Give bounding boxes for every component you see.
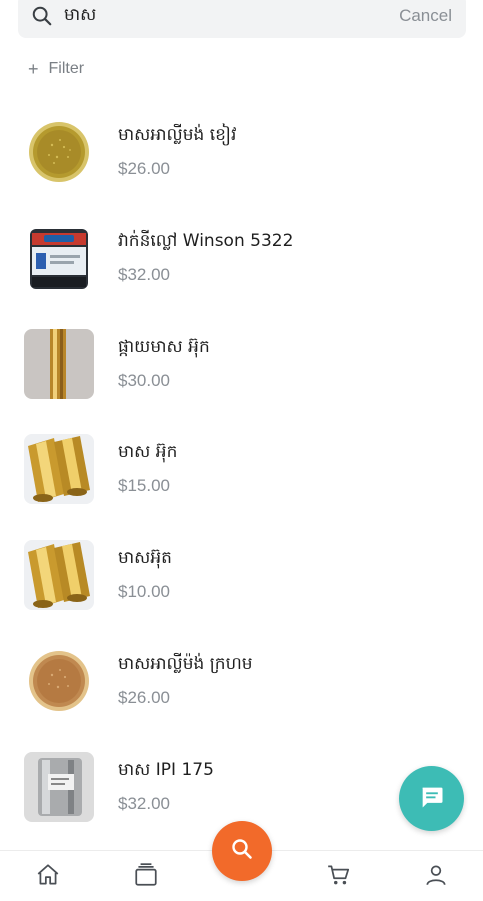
product-info: មាសអ៊ុត $10.00 — [118, 547, 172, 602]
filter-button[interactable]: + Filter — [28, 60, 84, 78]
product-name: មាសអាល្លីមង់ ខៀវ — [118, 125, 237, 145]
product-name: មាស IPI 175 — [118, 759, 214, 780]
product-price: $32.00 — [118, 264, 170, 284]
product-price: $32.00 — [118, 793, 170, 813]
home-icon — [35, 862, 61, 892]
plus-icon: + — [28, 59, 39, 79]
search-input[interactable] — [64, 1, 392, 31]
product-image — [24, 328, 94, 399]
product-item[interactable]: មាសអាល្លីម៉ង់ ក្រហម $26.00 — [0, 635, 483, 741]
nav-search-button[interactable] — [212, 821, 272, 881]
product-info: មាសអាល្លីម៉ង់ ក្រហម $26.00 — [118, 653, 253, 708]
categories-icon — [133, 862, 159, 892]
product-item[interactable]: មាសអាល្លីមង់ ខៀវ $26.00 — [0, 106, 483, 212]
product-name: ផ្កាយមាស អ៊ុក — [118, 336, 210, 357]
product-item[interactable]: មាស អ៊ុក $15.00 — [0, 423, 483, 529]
filter-label: Filter — [48, 60, 85, 77]
product-item[interactable]: ផ្កាយមាស អ៊ុក $30.00 — [0, 318, 483, 424]
product-name: មាសអាល្លីម៉ង់ ក្រហម — [118, 653, 253, 674]
nav-cart-button[interactable] — [323, 861, 355, 893]
product-image — [24, 540, 94, 611]
product-info: មាសអាល្លីមង់ ខៀវ $26.00 — [118, 124, 236, 179]
search-icon — [230, 837, 254, 865]
product-image — [24, 222, 94, 293]
product-name: មាស អ៊ុក — [118, 442, 178, 463]
product-name: មាសអ៊ុត — [118, 548, 172, 569]
product-image — [24, 751, 94, 822]
product-price: $26.00 — [118, 159, 170, 178]
search-bar: Cancel — [18, 0, 466, 38]
product-price: $15.00 — [118, 476, 170, 496]
product-item[interactable]: វាក់នីល្លៅ Winson 5322 $32.00 — [0, 212, 483, 318]
product-price: $26.00 — [118, 687, 170, 707]
product-info: មាស IPI 175 $32.00 — [118, 759, 214, 814]
search-icon — [30, 4, 54, 28]
nav-categories-button[interactable] — [130, 861, 162, 893]
nav-home-button[interactable] — [32, 861, 64, 893]
product-image — [24, 434, 94, 505]
nav-account-button[interactable] — [420, 861, 452, 893]
product-name: វាក់នីល្លៅ Winson 5322 — [118, 230, 294, 251]
product-info: ផ្កាយមាស អ៊ុក $30.00 — [118, 336, 210, 391]
account-icon — [423, 862, 449, 892]
product-image — [24, 117, 94, 187]
product-price: $30.00 — [118, 370, 170, 390]
chat-button[interactable] — [399, 766, 464, 831]
cancel-button[interactable]: Cancel — [399, 6, 452, 26]
product-info: វាក់នីល្លៅ Winson 5322 $32.00 — [118, 230, 293, 285]
cart-icon — [326, 862, 352, 892]
product-info: មាស អ៊ុក $15.00 — [118, 441, 177, 496]
product-image — [24, 645, 94, 716]
chat-icon — [418, 783, 446, 815]
product-item[interactable]: មាសអ៊ុត $10.00 — [0, 529, 483, 635]
product-list: មាសអាល្លីមង់ ខៀវ $26.00 វាក់នីល្លៅ Winso… — [0, 106, 483, 847]
product-price: $10.00 — [118, 582, 170, 602]
